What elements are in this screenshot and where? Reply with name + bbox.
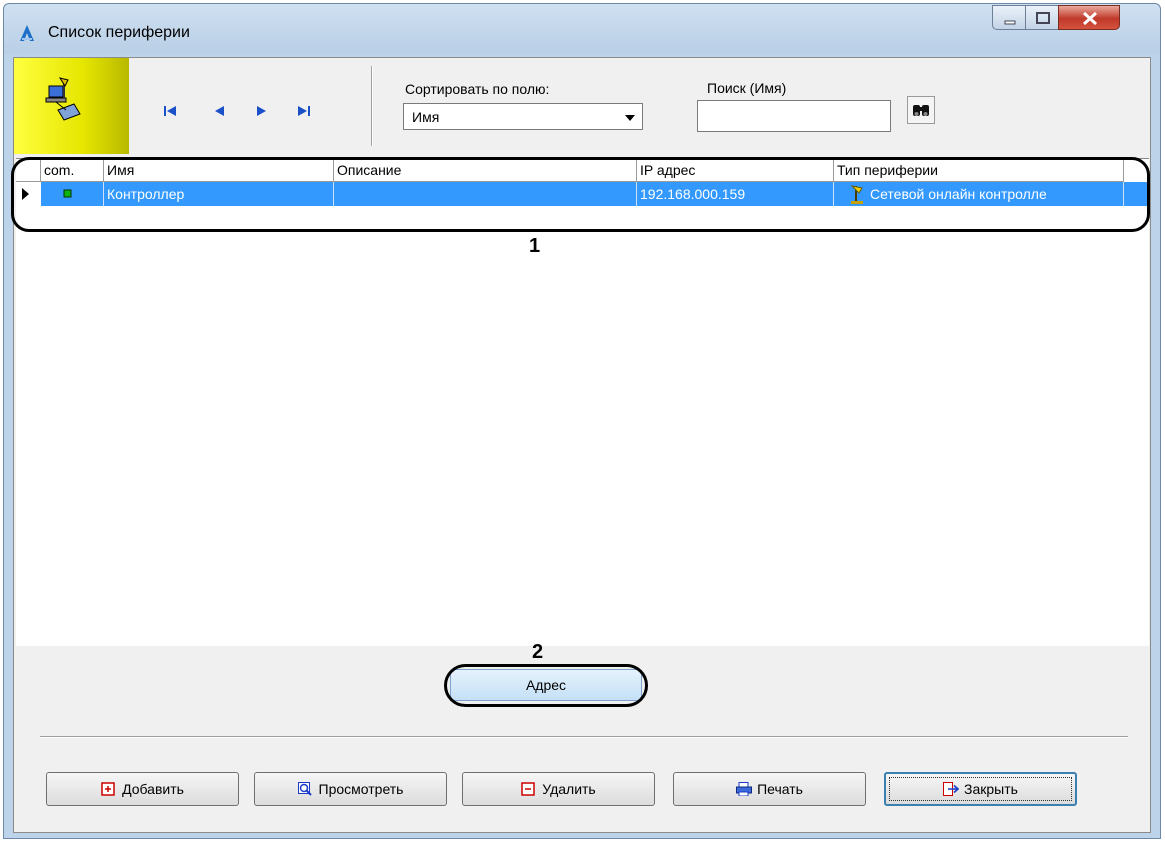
app-logo-icon (18, 24, 36, 42)
logo-panel (14, 58, 129, 154)
first-record-button[interactable] (159, 100, 181, 122)
callout-oval-grid (11, 157, 1150, 232)
toolbar: Сортировать по полю: Имя Поиск (Имя) (14, 58, 1150, 155)
delete-button-label: Удалить (542, 781, 596, 797)
plus-icon (101, 782, 115, 796)
view-button[interactable]: Просмотреть (254, 772, 447, 806)
chevron-down-icon (625, 115, 635, 121)
prev-record-button[interactable] (209, 100, 231, 122)
search-input[interactable] (697, 100, 891, 132)
minimize-icon (1004, 20, 1016, 25)
add-button-label: Добавить (122, 781, 184, 797)
close-window-button[interactable] (1058, 5, 1120, 30)
magnifier-icon (297, 782, 312, 796)
sort-label: Сортировать по полю: (405, 81, 550, 97)
footer-divider (40, 736, 1128, 737)
callout-number-1: 1 (529, 235, 541, 257)
add-button[interactable]: Добавить (46, 772, 239, 806)
binoculars-icon (913, 105, 929, 116)
prev-record-icon (215, 106, 224, 116)
main-window: Список периферии Сортировать по полю: Им… (3, 3, 1161, 839)
client-area: Сортировать по полю: Имя Поиск (Имя) com… (11, 57, 1151, 833)
next-record-button[interactable] (250, 100, 272, 122)
toolbar-divider (371, 66, 372, 146)
last-record-button[interactable] (293, 100, 315, 122)
search-label: Поиск (Имя) (707, 80, 787, 96)
close-button-label: Закрыть (964, 781, 1018, 797)
search-button[interactable] (907, 96, 935, 124)
next-record-icon (257, 106, 266, 116)
delete-button[interactable]: Удалить (462, 772, 655, 806)
close-icon (1082, 11, 1098, 26)
view-button-label: Просмотреть (318, 781, 404, 797)
maximize-icon (1036, 12, 1050, 24)
print-button-label: Печать (757, 781, 803, 797)
minus-icon (521, 782, 536, 796)
peripheral-network-icon (45, 77, 81, 121)
title-bar[interactable]: Список периферии (4, 4, 1160, 54)
print-button[interactable]: Печать (673, 772, 866, 806)
maximize-button[interactable] (1025, 5, 1059, 30)
callout-oval-address (444, 664, 648, 707)
close-button[interactable]: Закрыть (884, 772, 1077, 806)
window-title: Список периферии (48, 24, 190, 41)
exit-icon (943, 782, 960, 796)
sort-select-value: Имя (412, 109, 440, 125)
peripherals-table[interactable]: com. Имя Описание IP адрес Тип периферии… (11, 157, 1150, 646)
last-record-icon (298, 106, 310, 116)
callout-number-2: 2 (532, 641, 544, 663)
minimize-button[interactable] (992, 5, 1026, 30)
printer-icon (736, 782, 753, 797)
sort-field-select[interactable]: Имя (403, 103, 643, 130)
first-record-icon (164, 106, 176, 116)
